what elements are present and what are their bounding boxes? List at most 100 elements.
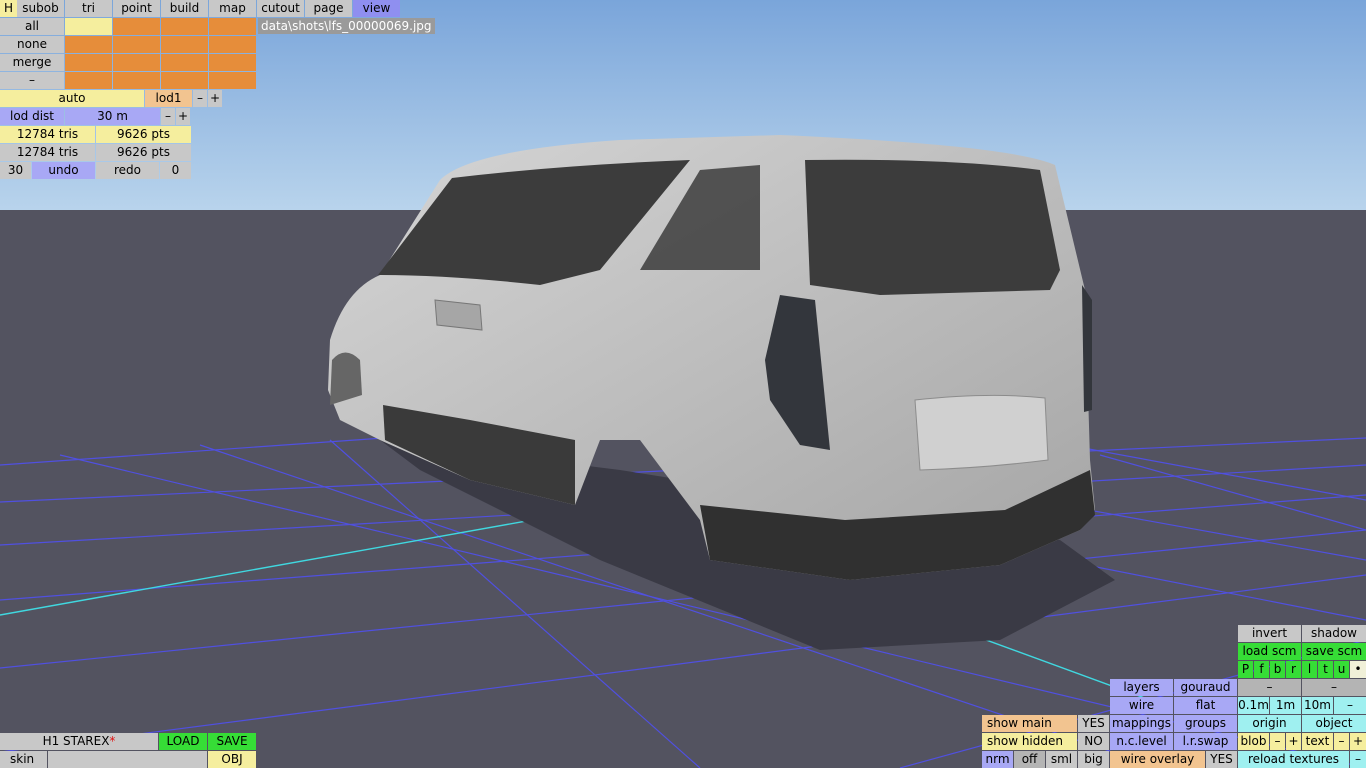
gouraud-button[interactable]: gouraud [1174,679,1237,696]
undo-count: 30 [0,162,31,179]
mappings-button[interactable]: mappings [1110,715,1173,732]
layers-button[interactable]: layers [1110,679,1173,696]
tab-h[interactable]: H [0,0,17,17]
wire-overlay-toggle[interactable]: YES [1206,751,1237,768]
minus-button[interactable]: – [1238,679,1301,696]
tab-build[interactable]: build [161,0,208,17]
tab-tri[interactable]: tri [65,0,112,17]
merge-button[interactable]: merge [0,54,64,71]
grid-cell[interactable] [209,36,256,53]
model-name[interactable]: H1 STAREX* [0,733,158,750]
grid-cell[interactable] [161,18,208,35]
grid-cell[interactable] [113,72,160,89]
file-path: data\shots\lfs_00000069.jpg [258,18,435,34]
dist-01m-button[interactable]: 0.1m [1238,697,1269,714]
lod-plus-button[interactable]: + [208,90,222,107]
lr-swap-button[interactable]: l.r.swap [1174,733,1237,750]
model-name-text: H1 STAREX [42,734,110,748]
lod-dist-minus-button[interactable]: – [161,108,175,125]
invert-button[interactable]: invert [1238,625,1301,642]
blob-plus-button[interactable]: + [1286,733,1301,750]
3d-viewport[interactable] [0,0,1366,768]
skin-field[interactable] [48,751,207,768]
nrm-button[interactable]: nrm [982,751,1013,768]
tab-subob[interactable]: subob [17,0,64,17]
grid-cell[interactable] [161,36,208,53]
grid-cell[interactable] [65,18,112,35]
reload-minus-button[interactable]: – [1350,751,1366,768]
minus-button[interactable]: – [0,72,64,89]
select-all-button[interactable]: all [0,18,64,35]
dot-button[interactable]: • [1350,661,1366,678]
nc-level-button[interactable]: n.c.level [1110,733,1173,750]
text-plus-button[interactable]: + [1350,733,1366,750]
object-button[interactable]: object [1302,715,1366,732]
redo-count: 0 [160,162,191,179]
view-t-button[interactable]: t [1318,661,1333,678]
minus-button[interactable]: – [1302,679,1366,696]
wire-overlay-label: wire overlay [1110,751,1205,768]
view-u-button[interactable]: u [1334,661,1349,678]
grid-cell[interactable] [65,36,112,53]
load-button[interactable]: LOAD [159,733,207,750]
grid-cell[interactable] [65,72,112,89]
text-button[interactable]: text [1302,733,1333,750]
grid-cell[interactable] [113,18,160,35]
dist-10m-button[interactable]: 10m [1302,697,1333,714]
view-r-button[interactable]: r [1286,661,1301,678]
dist-minus-button[interactable]: – [1334,697,1366,714]
point-count: 9626 pts [96,144,191,161]
dist-1m-button[interactable]: 1m [1270,697,1301,714]
select-none-button[interactable]: none [0,36,64,53]
lod-minus-button[interactable]: – [193,90,207,107]
big-button[interactable]: big [1078,751,1109,768]
auto-button[interactable]: auto [0,90,144,107]
tri-count: 12784 tris [0,126,95,143]
grid-cell[interactable] [209,72,256,89]
lod-dist-label: lod dist [0,108,64,125]
tab-point[interactable]: point [113,0,160,17]
flat-button[interactable]: flat [1174,697,1237,714]
show-main-toggle[interactable]: YES [1078,715,1109,732]
grid-cell[interactable] [209,54,256,71]
view-l-button[interactable]: l [1302,661,1317,678]
skin-button[interactable]: skin [0,751,47,768]
tab-view[interactable]: view [353,0,400,17]
show-hidden-toggle[interactable]: NO [1078,733,1109,750]
reload-textures-button[interactable]: reload textures [1238,751,1349,768]
redo-button[interactable]: redo [96,162,159,179]
save-button[interactable]: SAVE [208,733,256,750]
wire-button[interactable]: wire [1110,697,1173,714]
tab-page[interactable]: page [305,0,352,17]
grid-cell[interactable] [65,54,112,71]
origin-button[interactable]: origin [1238,715,1301,732]
groups-button[interactable]: groups [1174,715,1237,732]
lod-select[interactable]: lod1 [145,90,192,107]
grid-cell[interactable] [113,36,160,53]
lod-dist-value[interactable]: 30 m [65,108,160,125]
grid-cell[interactable] [113,54,160,71]
save-scm-button[interactable]: save scm [1302,643,1366,660]
load-scm-button[interactable]: load scm [1238,643,1301,660]
sml-button[interactable]: sml [1046,751,1077,768]
view-f-button[interactable]: f [1254,661,1269,678]
grid-cell[interactable] [209,18,256,35]
show-main-label: show main [982,715,1077,732]
modified-mark: * [109,734,116,748]
lod-dist-plus-button[interactable]: + [176,108,190,125]
undo-button[interactable]: undo [32,162,95,179]
grid-cell[interactable] [161,54,208,71]
grid-cell[interactable] [161,72,208,89]
tri-count: 12784 tris [0,144,95,161]
text-minus-button[interactable]: – [1334,733,1349,750]
tab-cutout[interactable]: cutout [257,0,304,17]
obj-button[interactable]: OBJ [208,751,256,768]
tab-map[interactable]: map [209,0,256,17]
shadow-button[interactable]: shadow [1302,625,1366,642]
point-count: 9626 pts [96,126,191,143]
view-p-button[interactable]: P [1238,661,1253,678]
view-b-button[interactable]: b [1270,661,1285,678]
off-button[interactable]: off [1014,751,1045,768]
blob-button[interactable]: blob [1238,733,1269,750]
blob-minus-button[interactable]: – [1270,733,1285,750]
